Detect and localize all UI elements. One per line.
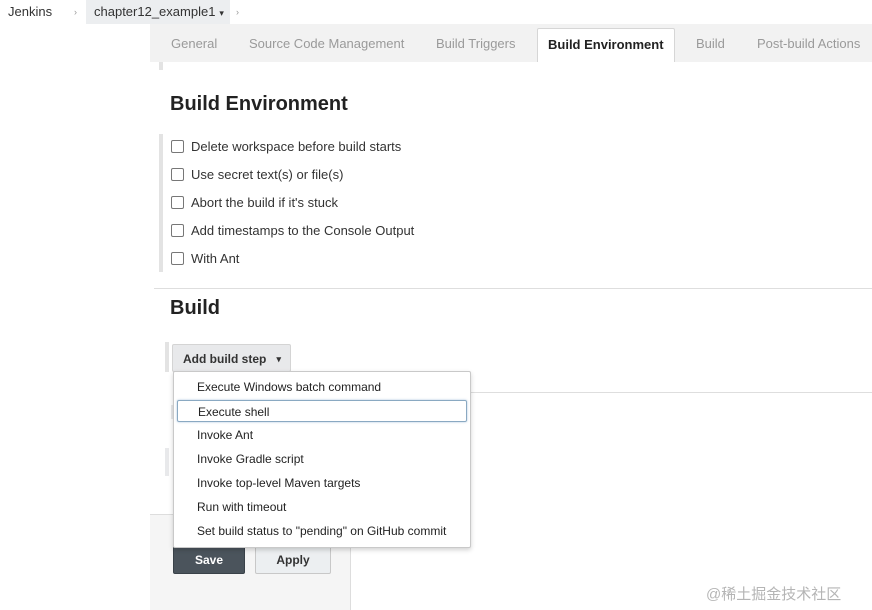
option-label: Abort the build if it's stuck: [191, 194, 338, 210]
menu-item-invoke-gradle[interactable]: Invoke Gradle script: [177, 448, 467, 470]
apply-button[interactable]: Apply: [255, 546, 331, 574]
checkbox[interactable]: [171, 195, 184, 209]
section-bar: [159, 134, 163, 272]
breadcrumb-job-label: chapter12_example1: [94, 4, 216, 19]
tab-general[interactable]: General: [171, 24, 217, 62]
option-label: Delete workspace before build starts: [191, 138, 402, 154]
build-heading: Build: [170, 297, 220, 319]
build-step-menu: Execute Windows batch command Execute sh…: [173, 371, 471, 548]
option-add-timestamps[interactable]: Add timestamps to the Console Output: [171, 220, 414, 240]
menu-item-execute-windows-batch[interactable]: Execute Windows batch command: [177, 376, 467, 398]
tab-build[interactable]: Build: [696, 24, 725, 62]
section-divider: [154, 288, 872, 289]
tab-source-code-management[interactable]: Source Code Management: [249, 24, 404, 62]
breadcrumb: Jenkins › chapter12_example1 ▾ ›: [0, 0, 872, 24]
config-tab-bar: General Source Code Management Build Tri…: [150, 24, 872, 64]
section-bar: [165, 448, 169, 476]
watermark: @稀土掘金技术社区: [706, 586, 842, 603]
option-abort-if-stuck[interactable]: Abort the build if it's stuck: [171, 192, 338, 212]
save-button[interactable]: Save: [173, 546, 245, 574]
checkbox[interactable]: [171, 139, 184, 153]
add-build-step-label: Add build step: [183, 352, 267, 366]
section-divider: [469, 392, 872, 393]
option-label: Add timestamps to the Console Output: [191, 222, 415, 238]
checkbox[interactable]: [171, 223, 184, 237]
chevron-down-icon[interactable]: ▾: [219, 8, 224, 18]
breadcrumb-separator-icon: ›: [236, 7, 239, 17]
add-build-step-button[interactable]: Add build step ▾: [172, 344, 291, 372]
option-label: With Ant: [191, 250, 240, 266]
tab-build-environment[interactable]: Build Environment: [537, 28, 675, 64]
menu-item-execute-shell[interactable]: Execute shell: [177, 400, 467, 422]
menu-item-invoke-maven[interactable]: Invoke top-level Maven targets: [177, 472, 467, 494]
breadcrumb-separator-icon: ›: [74, 7, 77, 17]
tab-build-triggers[interactable]: Build Triggers: [436, 24, 515, 62]
menu-item-invoke-ant[interactable]: Invoke Ant: [177, 424, 467, 446]
section-bar: [165, 342, 169, 372]
chevron-down-icon: ▾: [276, 354, 281, 364]
tab-post-build-actions[interactable]: Post-build Actions: [757, 24, 860, 62]
checkbox[interactable]: [171, 167, 184, 181]
checkbox[interactable]: [171, 251, 184, 265]
build-environment-heading: Build Environment: [170, 93, 348, 115]
option-with-ant[interactable]: With Ant: [171, 248, 239, 268]
menu-item-run-with-timeout[interactable]: Run with timeout: [177, 496, 467, 518]
option-label: Use secret text(s) or file(s): [191, 166, 344, 182]
section-bar: [159, 62, 163, 70]
breadcrumb-jenkins-link[interactable]: Jenkins: [8, 0, 52, 24]
option-delete-workspace[interactable]: Delete workspace before build starts: [171, 136, 401, 156]
menu-item-github-pending-status[interactable]: Set build status to "pending" on GitHub …: [177, 520, 467, 542]
breadcrumb-job-link[interactable]: chapter12_example1 ▾: [86, 0, 230, 24]
option-secret-text[interactable]: Use secret text(s) or file(s): [171, 164, 343, 184]
side-panel: [0, 24, 151, 609]
